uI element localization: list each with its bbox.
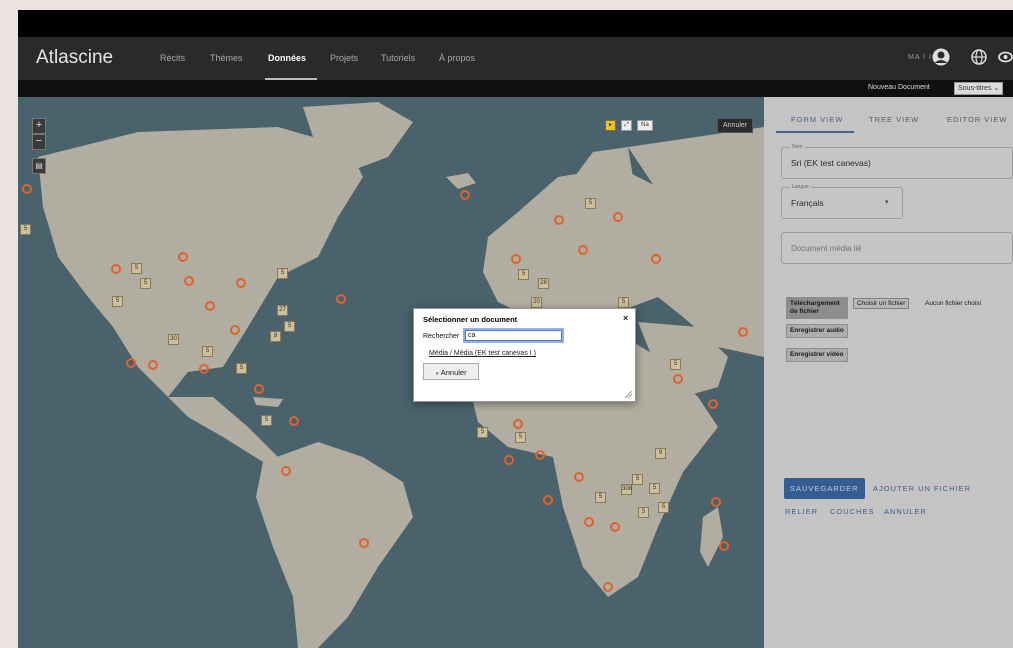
map-cluster-marker[interactable]: 5 — [202, 346, 213, 357]
map-cluster-marker[interactable]: 5 — [477, 427, 488, 438]
map-marker[interactable] — [708, 399, 718, 409]
layer-toggle-button[interactable]: Na — [637, 120, 653, 131]
map-marker[interactable] — [205, 301, 215, 311]
map-marker[interactable] — [543, 495, 553, 505]
map-cluster-marker[interactable]: 5 — [515, 432, 526, 443]
user-avatar-icon[interactable] — [932, 48, 950, 66]
map-marker[interactable] — [711, 497, 721, 507]
map-marker[interactable] — [254, 384, 264, 394]
nav-donnees[interactable]: Données — [268, 53, 306, 63]
app-window: Atlascine Récits Thèmes Données Projets … — [18, 10, 1013, 648]
globe-icon[interactable] — [971, 49, 987, 65]
map-marker[interactable] — [126, 358, 136, 368]
map-cluster-marker[interactable]: 5 — [632, 474, 643, 485]
map-cluster-marker[interactable]: 5 — [595, 492, 606, 503]
map-marker[interactable] — [281, 466, 291, 476]
dialog-cancel-button[interactable]: ● Annuler — [423, 363, 479, 380]
map-marker[interactable] — [504, 455, 514, 465]
subtitles-select-label: Sous-titres — [958, 85, 992, 92]
map-cluster-marker[interactable]: 5 — [277, 268, 288, 279]
search-label: Rechercher — [423, 333, 460, 340]
map-cluster-marker[interactable]: 28 — [538, 278, 549, 289]
username-label: MA I I — [908, 54, 932, 61]
map-marker[interactable] — [111, 264, 121, 274]
map-cluster-marker[interactable]: 5 — [618, 297, 629, 308]
map-cluster-marker[interactable]: 5 — [638, 507, 649, 518]
map-marker[interactable] — [184, 276, 194, 286]
map-cluster-marker[interactable]: 9 — [655, 448, 666, 459]
map-marker[interactable] — [236, 278, 246, 288]
nav-themes[interactable]: Thèmes — [210, 53, 243, 63]
map-marker[interactable] — [359, 538, 369, 548]
map-marker[interactable] — [584, 517, 594, 527]
map-cluster-marker[interactable]: 5 — [131, 263, 142, 274]
map-marker[interactable] — [199, 364, 209, 374]
fullscreen-icon[interactable]: ⤢ — [621, 120, 632, 131]
map-cluster-marker[interactable]: 5 — [236, 363, 247, 374]
resize-grip-icon[interactable] — [625, 391, 632, 398]
map-cluster-marker[interactable]: 8 — [270, 331, 281, 342]
map-marker[interactable] — [578, 245, 588, 255]
map-cluster-marker[interactable]: 30 — [168, 334, 179, 345]
map-marker[interactable] — [289, 416, 299, 426]
map-marker[interactable] — [178, 252, 188, 262]
map-marker[interactable] — [651, 254, 661, 264]
map-marker[interactable] — [574, 472, 584, 482]
map-marker[interactable] — [719, 541, 729, 551]
map-marker[interactable] — [613, 212, 623, 222]
map-marker[interactable] — [460, 190, 470, 200]
eye-icon[interactable] — [998, 51, 1013, 63]
brand-logo[interactable]: Atlascine — [36, 47, 113, 69]
panel-scrim — [764, 97, 1013, 648]
map-marker[interactable] — [738, 327, 748, 337]
map-marker[interactable] — [511, 254, 521, 264]
map-cluster-marker[interactable]: 5 — [585, 198, 596, 209]
map-marker[interactable] — [535, 450, 545, 460]
layers-icon[interactable]: ▤ — [32, 158, 46, 174]
select-document-dialog: Sélectionner un document × Rechercher Mé… — [413, 308, 636, 402]
nav-projets[interactable]: Projets — [330, 53, 358, 63]
polygon-tool-icon[interactable]: ▸ — [605, 120, 616, 131]
map-cancel-button[interactable]: Annuler — [717, 118, 754, 133]
zoom-out-button[interactable]: − — [32, 134, 46, 150]
map-cluster-marker[interactable]: 27 — [277, 305, 288, 316]
search-result-link[interactable]: Média / Média (EK test canevas I ) — [429, 350, 536, 357]
dialog-title: Sélectionner un document — [423, 315, 518, 324]
search-input[interactable] — [463, 328, 564, 343]
map-marker[interactable] — [673, 374, 683, 384]
close-icon[interactable]: × — [623, 313, 628, 323]
cancel-dot-icon: ● — [435, 371, 440, 377]
map-cluster-marker[interactable]: 5 — [658, 502, 669, 513]
document-toolbar: Nouveau Document Sous-titres ⌄ — [18, 80, 1013, 97]
map-cluster-marker[interactable]: 5 — [261, 415, 272, 426]
map-cluster-marker[interactable]: 5 — [670, 359, 681, 370]
map-marker[interactable] — [513, 419, 523, 429]
map-cluster-marker[interactable]: 5 — [649, 483, 660, 494]
new-document-link[interactable]: Nouveau Document — [868, 84, 930, 91]
map-cluster-marker[interactable]: 20 — [531, 297, 542, 308]
map-cluster-marker[interactable]: 5 — [284, 321, 295, 332]
nav-apropos[interactable]: À propos — [439, 53, 475, 63]
map-marker[interactable] — [336, 294, 346, 304]
nav-recits[interactable]: Récits — [160, 53, 185, 63]
map-marker[interactable] — [603, 582, 613, 592]
world-map[interactable]: + − ▤ Annuler ▸ ⤢ Na 5 5 5 5 5 27 5 8 30… — [18, 97, 764, 648]
subtitles-select[interactable]: Sous-titres ⌄ — [954, 82, 1004, 95]
map-cluster-marker[interactable]: 5 — [20, 224, 31, 235]
map-cluster-marker[interactable]: 5 — [140, 278, 151, 289]
map-cluster-marker[interactable]: 5 — [112, 296, 123, 307]
map-marker[interactable] — [148, 360, 158, 370]
map-marker[interactable] — [230, 325, 240, 335]
map-cluster-marker[interactable]: 5 — [518, 269, 529, 280]
browser-top-bar — [18, 10, 1013, 37]
dialog-cancel-label: Annuler — [440, 368, 467, 377]
map-cluster-marker[interactable]: 308 — [621, 484, 632, 495]
nav-tutoriels[interactable]: Tutoriels — [381, 53, 415, 63]
map-scrim — [18, 97, 764, 648]
zoom-in-button[interactable]: + — [32, 118, 46, 134]
map-marker[interactable] — [610, 522, 620, 532]
map-marker[interactable] — [554, 215, 564, 225]
top-nav: Atlascine Récits Thèmes Données Projets … — [18, 37, 1013, 80]
map-marker[interactable] — [22, 184, 32, 194]
